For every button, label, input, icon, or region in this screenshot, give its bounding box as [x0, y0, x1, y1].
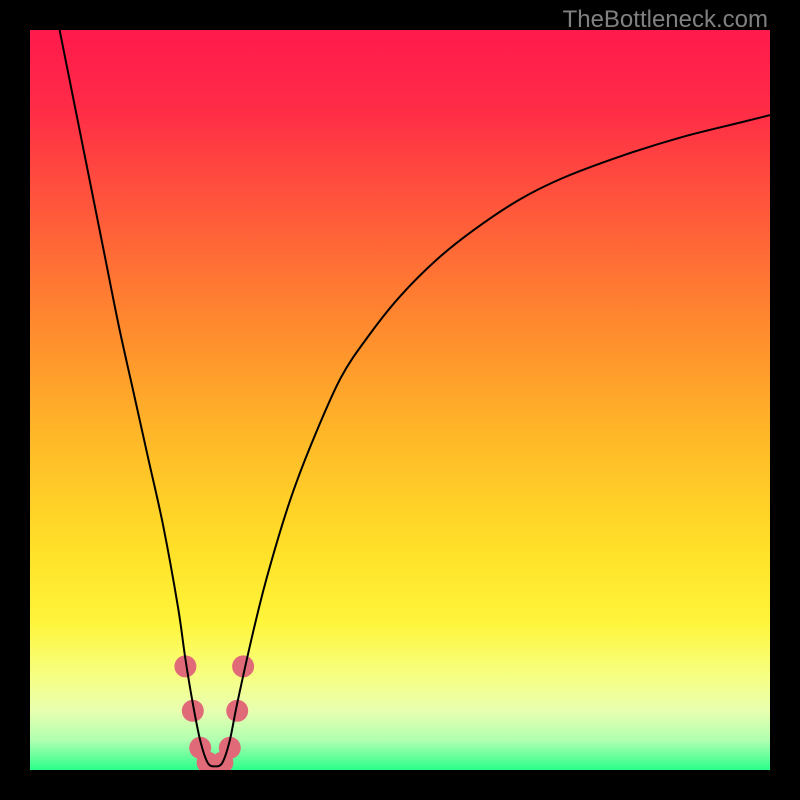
chart-frame: [30, 30, 770, 770]
watermark-text: TheBottleneck.com: [563, 6, 768, 34]
bottleneck-chart: [30, 30, 770, 770]
chart-background: [30, 30, 770, 770]
